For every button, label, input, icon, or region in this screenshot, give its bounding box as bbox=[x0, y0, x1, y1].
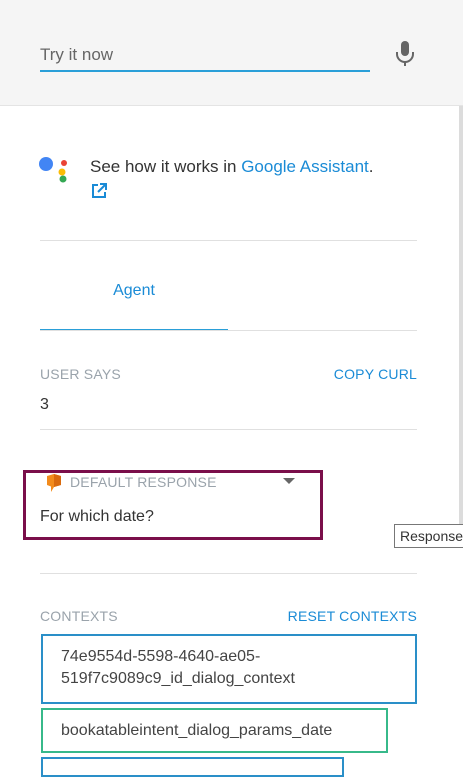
top-bar bbox=[0, 0, 463, 106]
tabs-divider bbox=[40, 330, 417, 331]
user-says-value: 3 bbox=[40, 396, 49, 413]
external-link-icon[interactable] bbox=[90, 182, 108, 200]
context-chip[interactable] bbox=[41, 757, 344, 777]
try-it-now-input[interactable] bbox=[40, 40, 370, 72]
google-assistant-link[interactable]: Google Assistant bbox=[241, 157, 369, 176]
copy-curl-button[interactable]: COPY CURL bbox=[334, 366, 417, 382]
tab-agent[interactable]: Agent bbox=[40, 282, 228, 300]
divider bbox=[40, 240, 417, 241]
reset-contexts-button[interactable]: RESET CONTEXTS bbox=[288, 608, 417, 624]
highlight-box bbox=[23, 470, 323, 540]
google-assistant-promo-text: See how it works in Google Assistant. bbox=[90, 157, 374, 176]
context-chip[interactable]: 74e9554d-5598-4640-ae05-519f7c9089c9_id_… bbox=[41, 634, 417, 704]
tooltip: Response bbox=[394, 524, 463, 548]
google-assistant-logo-icon bbox=[39, 157, 67, 183]
divider bbox=[40, 573, 417, 574]
divider bbox=[40, 429, 417, 430]
microphone-icon[interactable] bbox=[393, 40, 417, 68]
contexts-label: CONTEXTS bbox=[40, 608, 118, 624]
user-says-label: USER SAYS bbox=[40, 366, 121, 382]
panel-scrollbar[interactable] bbox=[459, 106, 463, 526]
context-chip[interactable]: bookatableintent_dialog_params_date bbox=[41, 708, 388, 753]
